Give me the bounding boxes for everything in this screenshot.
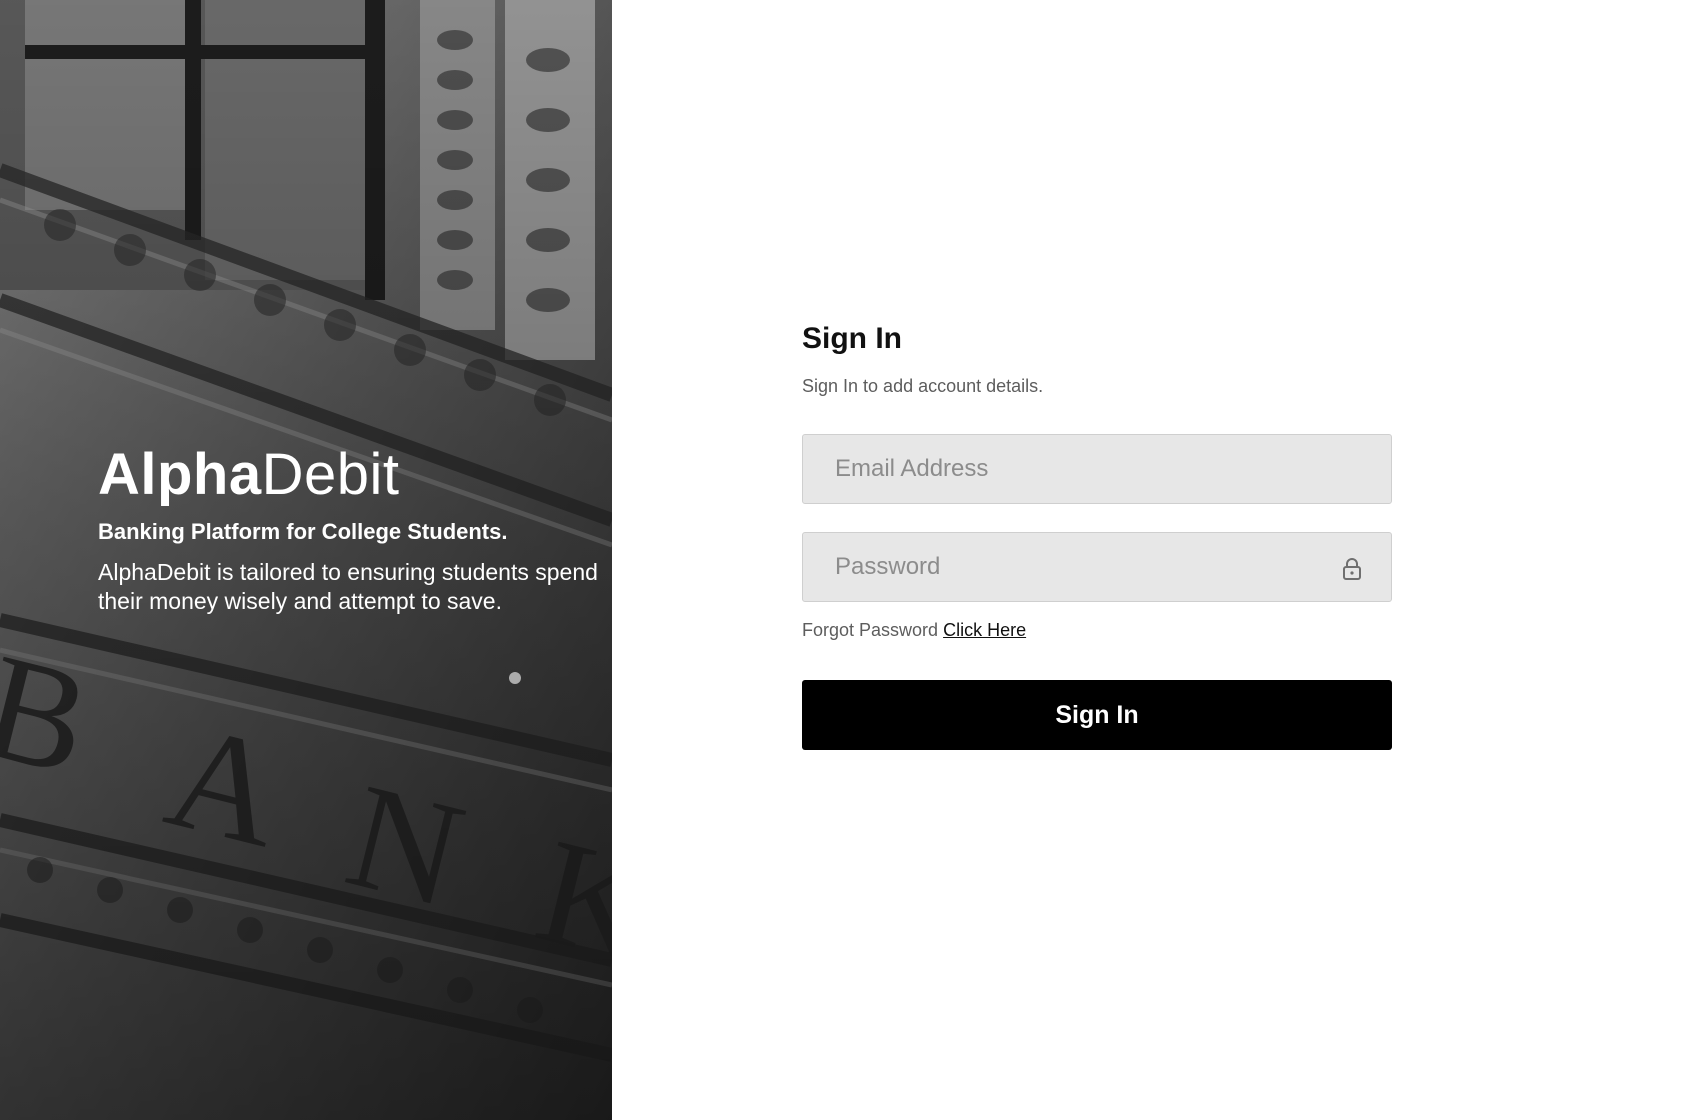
signin-form: Sign In Sign In to add account details. …: [802, 318, 1392, 750]
brand-name-bold: Alpha: [98, 442, 262, 507]
brand-name-light: Debit: [261, 442, 400, 507]
email-field-container: [802, 434, 1392, 504]
signin-page: B A N K AlphaDebit Banking Platform for …: [0, 0, 1684, 1120]
page-subtitle: Sign In to add account details.: [802, 376, 1044, 396]
signin-panel: Sign In Sign In to add account details. …: [612, 0, 1684, 1120]
forgot-password-row: Forgot Password Click Here: [802, 618, 1392, 642]
email-field[interactable]: [803, 435, 1391, 503]
brand-logo: AlphaDebit: [98, 442, 598, 508]
hero-text-block: AlphaDebit Banking Platform for College …: [98, 442, 598, 616]
password-field-container: [802, 532, 1392, 602]
page-title: Sign In: [802, 322, 902, 355]
hero-tagline: Banking Platform for College Students.: [98, 519, 508, 544]
hero-panel: B A N K AlphaDebit Banking Platform for …: [0, 0, 612, 1120]
password-field[interactable]: [803, 533, 1391, 601]
sign-in-button[interactable]: Sign In: [802, 680, 1392, 750]
forgot-password-link[interactable]: Click Here: [943, 620, 1026, 640]
forgot-password-text: Forgot Password: [802, 620, 939, 640]
hero-description: AlphaDebit is tailored to ensuring stude…: [98, 559, 598, 614]
lock-icon: [1341, 557, 1363, 581]
